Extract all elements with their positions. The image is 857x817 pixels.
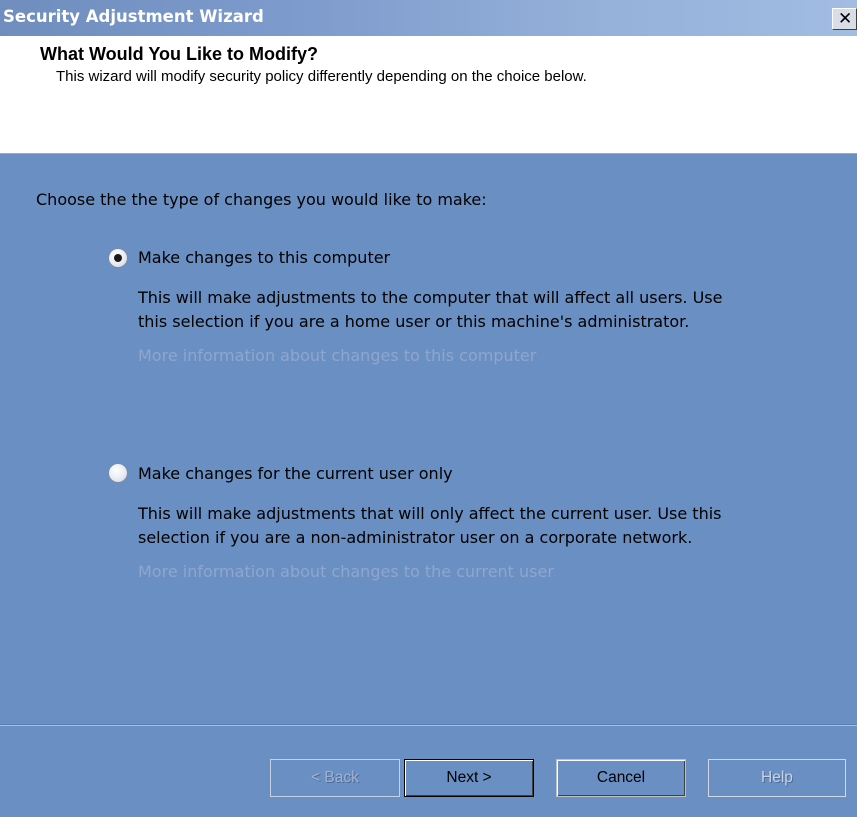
- description-line: selection if you are a non-administrator…: [138, 528, 693, 547]
- description-line: this selection if you are a home user or…: [138, 312, 690, 331]
- choice-prompt: Choose the the type of changes you would…: [36, 190, 487, 209]
- more-info-this-computer-link[interactable]: More information about changes to this c…: [138, 346, 536, 365]
- window-title: Security Adjustment Wizard: [3, 7, 264, 26]
- footer-divider-highlight: [0, 725, 857, 726]
- option-this-computer-label[interactable]: Make changes to this computer: [138, 248, 390, 267]
- radio-selected-dot: [114, 254, 122, 262]
- option-current-user-description: This will make adjustments that will onl…: [138, 502, 722, 550]
- page-description: This wizard will modify security policy …: [56, 68, 587, 85]
- title-bar[interactable]: Security Adjustment Wizard ✕: [0, 0, 857, 36]
- back-button-label: < Back: [311, 769, 359, 786]
- next-button[interactable]: Next >: [404, 759, 534, 797]
- description-line: This will make adjustments that will onl…: [138, 504, 722, 523]
- help-button[interactable]: Help: [708, 759, 846, 797]
- page-title: What Would You Like to Modify?: [40, 44, 318, 64]
- radio-current-user[interactable]: [108, 463, 128, 483]
- radio-this-computer[interactable]: [108, 248, 128, 268]
- help-button-label: Help: [761, 769, 793, 786]
- cancel-button[interactable]: Cancel: [556, 759, 686, 797]
- option-current-user-label[interactable]: Make changes for the current user only: [138, 464, 453, 483]
- cancel-button-label: Cancel: [596, 769, 646, 786]
- option-this-computer-description: This will make adjustments to the comput…: [138, 286, 722, 334]
- description-line: This will make adjustments to the comput…: [138, 288, 723, 307]
- next-button-label: Next >: [446, 769, 492, 786]
- close-button[interactable]: ✕: [832, 8, 857, 30]
- close-icon: ✕: [838, 9, 853, 29]
- back-button[interactable]: < Back: [270, 759, 400, 797]
- wizard-window: Security Adjustment Wizard ✕ What Would …: [0, 0, 857, 817]
- more-info-current-user-link[interactable]: More information about changes to the cu…: [138, 562, 554, 581]
